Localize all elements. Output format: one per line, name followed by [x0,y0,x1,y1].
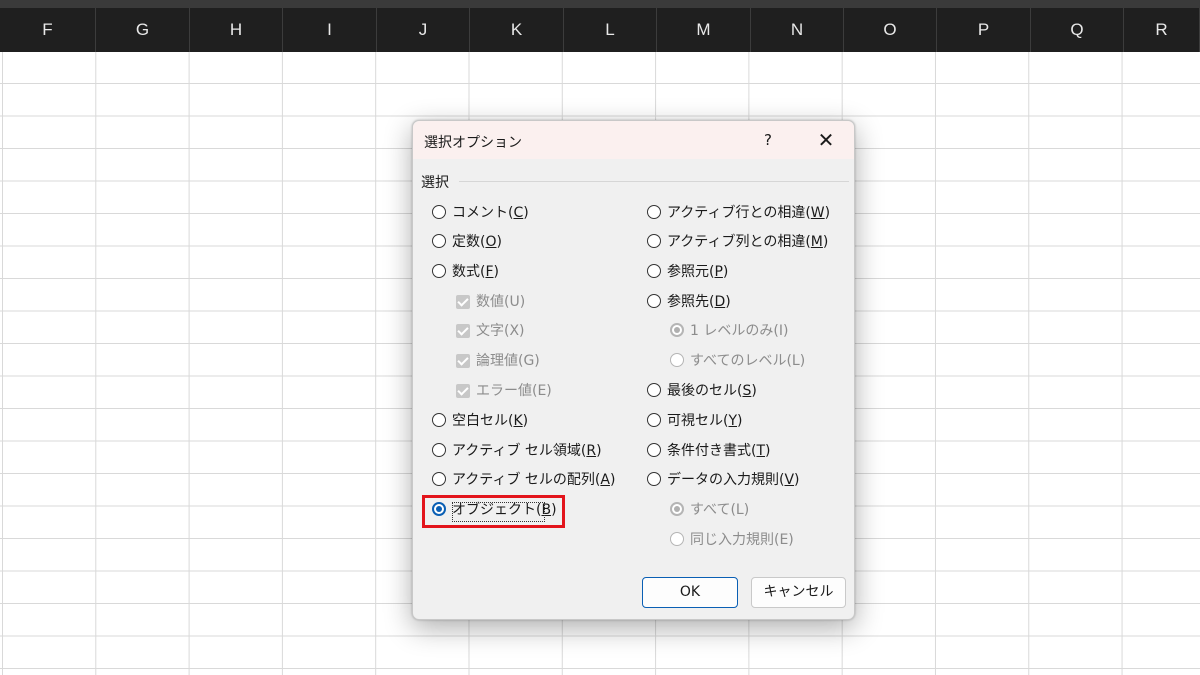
checkbox-icon[interactable] [456,384,470,398]
radio-icon[interactable] [647,383,661,397]
column-header-k[interactable]: K [470,8,564,52]
cancel-button[interactable]: キャンセル [751,577,846,608]
radio-icon[interactable] [432,264,446,278]
dialog-title-bar: 選択オプション ? ✕ [413,121,854,159]
radio-icon[interactable] [647,294,661,308]
column-header-j[interactable]: J [377,8,470,52]
radio-icon[interactable] [647,234,661,248]
column-header-m[interactable]: M [657,8,751,52]
highlight-box [422,495,565,528]
column-header-o[interactable]: O [844,8,937,52]
radio-icon[interactable] [647,472,661,486]
column-header-i[interactable]: I [283,8,377,52]
group-label: 選択 [421,175,449,191]
column-header-h[interactable]: H [190,8,283,52]
radio-icon[interactable] [647,205,661,219]
radio-icon[interactable] [432,413,446,427]
column-header-q[interactable]: Q [1031,8,1124,52]
column-header-l[interactable]: L [564,8,657,52]
close-button[interactable]: ✕ [813,127,839,153]
window-top-bar [0,0,1200,8]
checkbox-icon[interactable] [456,354,470,368]
radio-icon[interactable] [647,443,661,457]
radio-icon[interactable] [432,205,446,219]
checkbox-icon[interactable] [456,295,470,309]
radio-icon[interactable] [432,234,446,248]
radio-icon[interactable] [432,472,446,486]
column-header-row: F G H I J K L M N O P Q R [0,8,1200,52]
checkbox-icon[interactable] [456,324,470,338]
column-header-p[interactable]: P [937,8,1031,52]
radio-selected-icon[interactable] [670,502,684,516]
column-header-f[interactable]: F [0,8,96,52]
select-options-dialog: 選択オプション ? ✕ 選択 コメント(C) 定数(O) 数式(F) 数値(U)… [412,120,855,620]
radio-icon[interactable] [647,264,661,278]
radio-selected-icon[interactable] [670,323,684,337]
radio-icon[interactable] [647,413,661,427]
radio-icon[interactable] [432,443,446,457]
radio-icon[interactable] [670,532,684,546]
help-button[interactable]: ? [756,129,780,151]
radio-icon[interactable] [670,353,684,367]
ok-button[interactable]: OK [642,577,738,608]
dialog-title: 選択オプション [424,135,522,151]
column-header-r[interactable]: R [1124,8,1200,52]
group-divider [459,181,849,182]
column-header-g[interactable]: G [96,8,190,52]
column-header-n[interactable]: N [751,8,844,52]
